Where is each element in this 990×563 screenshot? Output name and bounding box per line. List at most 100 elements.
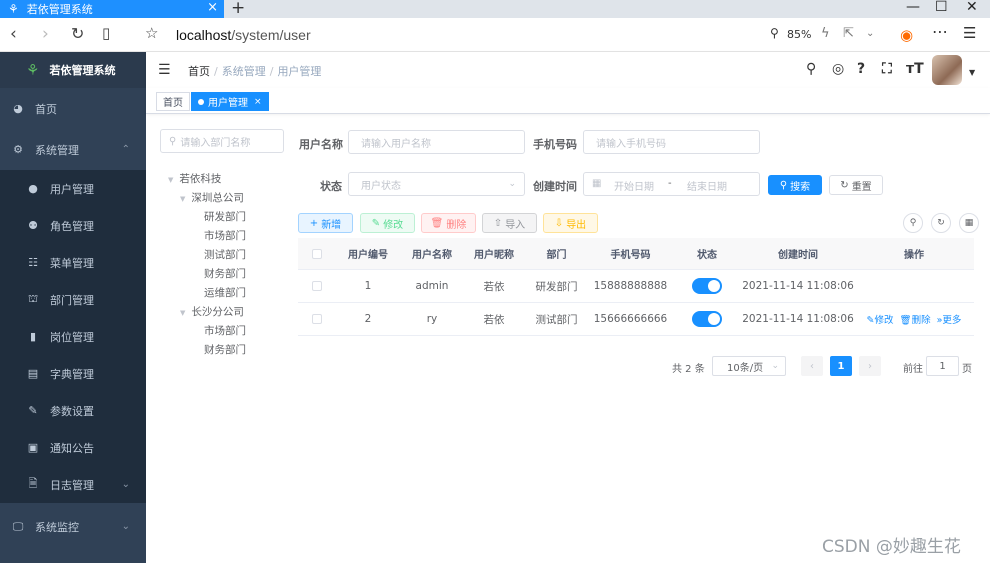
forward-icon[interactable]: › (42, 24, 49, 44)
reading-view-icon[interactable]: ▯ (102, 24, 110, 42)
tag-user-management[interactable]: 用户管理 × (191, 92, 269, 111)
page-size-select[interactable]: 10条/页 ⌄ (712, 356, 786, 376)
page-number-current[interactable]: 1 (830, 356, 852, 376)
row-delete-link[interactable]: 🗑删除 (900, 312, 931, 326)
menu-icon[interactable]: ☰ (963, 24, 976, 42)
end-date-placeholder[interactable]: 结束日期 (687, 178, 727, 193)
tree-node-changsha[interactable]: ▼ 长沙分公司 (180, 304, 244, 319)
minimize-icon[interactable]: — (906, 0, 920, 15)
zoom-icon[interactable]: ⚲ (770, 26, 779, 40)
refresh-icon: ↻ (840, 179, 849, 191)
close-icon[interactable]: × (254, 97, 262, 107)
breadcrumb-home[interactable]: 首页 (188, 65, 210, 78)
start-date-placeholder[interactable]: 开始日期 (614, 178, 654, 193)
sidebar-item-system[interactable]: ⚙ 系统管理 ⌃ (0, 131, 146, 168)
close-tab-icon[interactable]: × (207, 0, 218, 15)
cell-created: 2021-11-14 11:08:06 (742, 313, 854, 325)
window-close-icon[interactable]: ✕ (966, 0, 978, 15)
tree-node-sz-ops[interactable]: 运维部门 (204, 285, 246, 300)
url-field[interactable]: localhost/system/user (176, 27, 311, 43)
reload-icon[interactable]: ↻ (71, 24, 84, 43)
prev-page-button[interactable]: ‹ (801, 356, 823, 376)
font-size-icon[interactable]: тT (906, 61, 924, 77)
next-page-button[interactable]: › (859, 356, 881, 376)
sidebar-item-config[interactable]: ✎ 参数设置 (0, 392, 146, 429)
reset-button[interactable]: ↻ 重置 (829, 175, 883, 195)
url-host: localhost (176, 27, 232, 43)
tree-node-sz-market[interactable]: 市场部门 (204, 228, 246, 243)
goto-page-input[interactable]: 1 (926, 356, 959, 376)
tree-node-cs-market[interactable]: 市场部门 (204, 323, 246, 338)
favorite-star-icon[interactable]: ☆ (145, 24, 158, 42)
more-icon[interactable]: ⋯ (932, 22, 948, 41)
select-all-checkbox[interactable] (312, 248, 322, 259)
browser-tab[interactable]: ⚘ 若依管理系统 × (0, 0, 224, 18)
row-more-link[interactable]: »更多 (937, 312, 962, 326)
sidebar-item-role[interactable]: ⚉ 角色管理 (0, 207, 146, 244)
tree-node-cs-finance[interactable]: 财务部门 (204, 342, 246, 357)
row-checkbox[interactable] (312, 281, 322, 291)
tree-node-root[interactable]: ▼ 若依科技 (168, 171, 221, 186)
status-select[interactable]: 用户状态 ⌄ (348, 172, 525, 196)
row-edit-link[interactable]: ✎修改 (867, 312, 894, 326)
search-icon[interactable]: ⚲ (806, 61, 816, 77)
toggle-search-button[interactable]: ⚲ (903, 213, 923, 233)
github-icon[interactable]: ◎ (832, 61, 844, 77)
chevron-down-icon: ⌄ (121, 521, 130, 532)
caret-down-icon[interactable]: ▼ (969, 68, 975, 77)
sidebar-item-dict[interactable]: ▤ 字典管理 (0, 355, 146, 392)
hamburger-icon[interactable]: ☰ (158, 62, 171, 78)
search-button[interactable]: ⚲ 搜索 (768, 175, 822, 195)
tree-node-sz-test[interactable]: 测试部门 (204, 247, 246, 262)
sidebar-item-home[interactable]: ◕ 首页 (0, 90, 146, 127)
tag-home[interactable]: 首页 (156, 92, 190, 111)
phone-input[interactable]: 请输入手机号码 (583, 130, 760, 154)
cell-user-id: 2 (364, 313, 372, 325)
download-icon: ⇩ (554, 217, 564, 229)
log-icon: 🗎 (28, 477, 38, 490)
zoom-level[interactable]: 85% (787, 28, 811, 41)
tree-node-sz-dev[interactable]: 研发部门 (204, 209, 246, 224)
brand[interactable]: ⚘ 若依管理系统 (0, 52, 146, 88)
sidebar-item-monitor[interactable]: 🖵 系统监控 ⌄ (0, 508, 146, 545)
refresh-button[interactable]: ↻ (931, 213, 951, 233)
tree-node-sz-finance[interactable]: 财务部门 (204, 266, 246, 281)
sidebar-item-notice[interactable]: ▣ 通知公告 (0, 429, 146, 466)
date-range-picker[interactable]: ▦ 开始日期 - 结束日期 (583, 172, 760, 196)
columns-button[interactable]: ▦ (959, 213, 979, 233)
message-icon: ▣ (27, 441, 39, 454)
export-button[interactable]: ⇩ 导出 (543, 213, 598, 233)
chevron-down-icon: ⌄ (771, 361, 779, 371)
plus-icon: + (309, 217, 319, 229)
goto-label: 前往 (903, 364, 923, 375)
maximize-icon[interactable]: ☐ (935, 0, 948, 15)
new-tab-icon[interactable]: + (231, 0, 245, 18)
status-switch[interactable] (692, 278, 722, 294)
lightning-icon[interactable]: ϟ (821, 26, 830, 41)
gamepad-icon[interactable]: ◉ (900, 26, 913, 44)
delete-button[interactable]: 🗑 删除 (421, 213, 476, 233)
sidebar-item-user[interactable]: ● 用户管理 (0, 170, 146, 207)
import-button[interactable]: ⇧ 导入 (482, 213, 537, 233)
chevron-down-icon[interactable]: ⌄ (866, 28, 874, 39)
edit-button[interactable]: ✎ 修改 (360, 213, 415, 233)
avatar[interactable] (932, 55, 962, 85)
question-icon[interactable]: ? (857, 61, 865, 77)
add-button[interactable]: + 新增 (298, 213, 353, 233)
created-label: 创建时间 (533, 180, 577, 193)
tree-node-shenzhen[interactable]: ▼ 深圳总公司 (180, 190, 244, 205)
status-switch[interactable] (692, 311, 722, 327)
back-icon[interactable]: ‹ (10, 24, 17, 44)
tags-view: 首页 用户管理 × (146, 88, 990, 114)
sidebar-item-label: 首页 (35, 102, 57, 116)
sidebar-item-menu[interactable]: ☷ 菜单管理 (0, 244, 146, 281)
sidebar-item-post[interactable]: ▮ 岗位管理 (0, 318, 146, 355)
fullscreen-icon[interactable]: ⛶ (882, 61, 892, 77)
sidebar-item-log[interactable]: 🗎 日志管理 ⌄ (0, 466, 146, 503)
sidebar-item-dept[interactable]: ⛫ 部门管理 (0, 281, 146, 318)
breadcrumb-system[interactable]: 系统管理 (222, 65, 266, 78)
username-input[interactable]: 请输入用户名称 (348, 130, 525, 154)
share-icon[interactable]: ⇱ (843, 26, 854, 41)
row-checkbox[interactable] (312, 314, 322, 324)
dept-search-input[interactable]: ⚲ 请输入部门名称 (160, 129, 284, 153)
